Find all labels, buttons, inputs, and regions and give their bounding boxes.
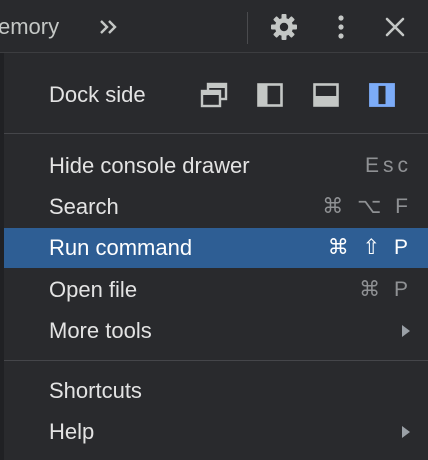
devtools-window: emory Dock side Hide console drawer Esc … [0,0,428,460]
menu-item-label: Help [49,419,95,444]
toolbar-divider [247,12,248,44]
menu-item-hide-console-drawer[interactable]: Hide console drawer Esc [4,146,428,186]
more-options-button[interactable] [326,10,356,44]
menu-separator [4,133,428,134]
menu-item-more-tools[interactable]: More tools [4,311,428,351]
menu-item-shortcut: ⌘ ⇧ P [327,236,412,259]
submenu-arrow-icon [402,325,410,337]
menu-item-label: Run command [49,235,193,260]
undock-into-separate-window-icon [200,82,228,108]
menu-item-open-file[interactable]: Open file ⌘ P [4,270,428,310]
dock-bottom-button[interactable] [312,81,340,109]
menu-item-shortcut: ⌘ ⌥ F [322,195,412,218]
menu-separator [4,360,428,361]
settings-menu: Dock side Hide console drawer Esc Search… [4,53,428,460]
dock-left-button[interactable] [256,81,284,109]
dock-to-bottom-icon [313,83,339,107]
menu-item-shortcut: ⌘ P [359,278,412,301]
menu-item-search[interactable]: Search ⌘ ⌥ F [4,187,428,227]
tab-memory[interactable]: emory [0,14,59,40]
undock-button[interactable] [200,81,228,109]
menu-item-label: Search [49,194,119,219]
menu-item-label: More tools [49,318,152,343]
menu-item-shortcuts[interactable]: Shortcuts [4,371,428,411]
submenu-arrow-icon [402,426,410,438]
dock-side-row: Dock side [4,73,428,117]
menu-item-label: Open file [49,277,138,302]
close-icon [385,17,405,37]
gear-icon [271,14,297,40]
more-tabs-button[interactable] [96,13,122,41]
menu-item-help[interactable]: Help [4,412,428,452]
kebab-vertical-icon [338,15,344,39]
settings-button[interactable] [267,10,301,44]
menu-item-label: Hide console drawer [49,153,250,178]
dock-right-button[interactable] [368,81,396,109]
dock-to-right-icon [369,83,395,107]
devtools-toolbar: emory [0,0,428,53]
menu-item-label: Shortcuts [49,378,142,403]
close-devtools-button[interactable] [378,10,412,44]
menu-item-run-command[interactable]: Run command ⌘ ⇧ P [4,228,428,268]
dock-to-left-icon [257,83,283,107]
dock-side-label: Dock side [49,82,146,107]
double-chevron-right-icon [100,20,117,34]
menu-item-shortcut: Esc [364,154,412,177]
